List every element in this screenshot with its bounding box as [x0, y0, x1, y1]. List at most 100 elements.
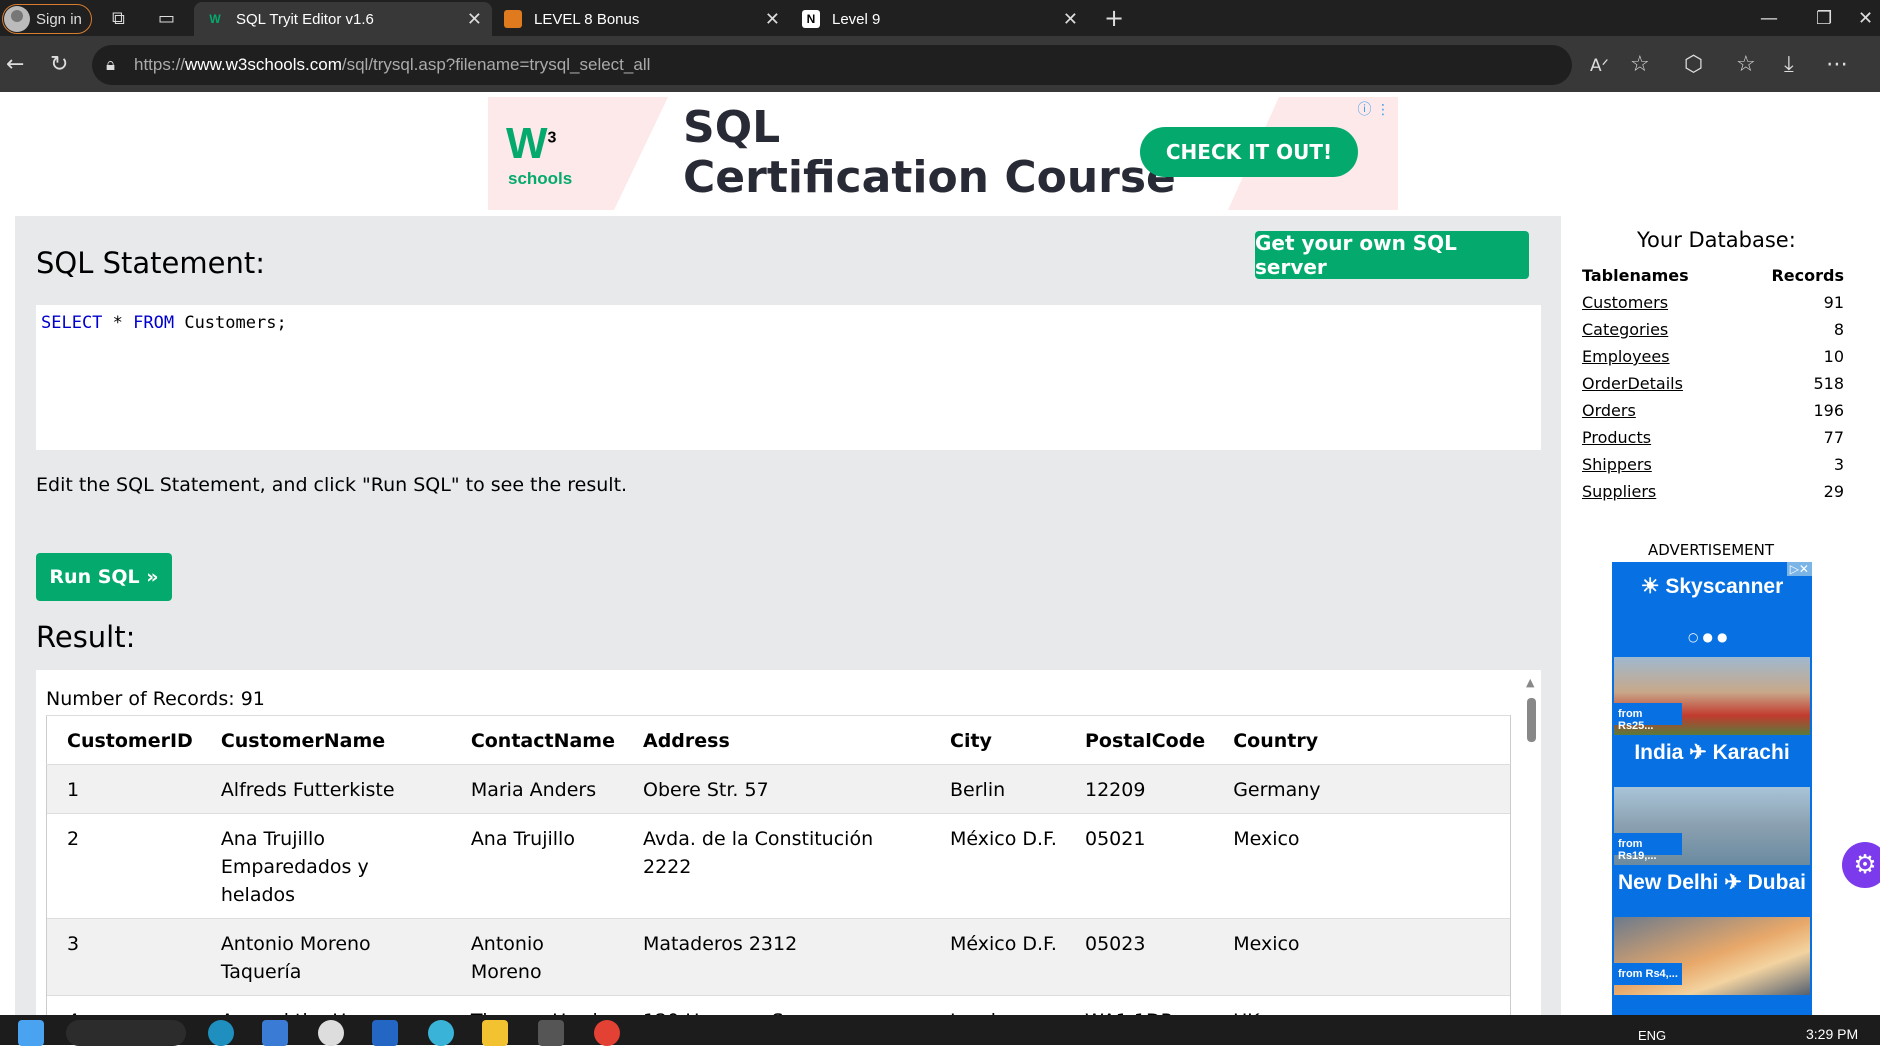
table-cell: Obere Str. 57 — [623, 764, 930, 814]
scroll-up-icon[interactable]: ▲ — [1526, 676, 1534, 689]
price-tag: from Rs19,... — [1614, 833, 1682, 862]
downloads-icon[interactable]: ⤓ — [1784, 52, 1794, 77]
collections-icon[interactable]: ⧉ — [112, 8, 125, 29]
price-tag: from Rs4,... — [1614, 963, 1682, 985]
db-table-link[interactable]: Categories — [1582, 320, 1668, 339]
taskbar-search-icon[interactable] — [66, 1020, 186, 1046]
back-icon[interactable]: ← — [6, 52, 24, 77]
run-sql-button[interactable]: Run SQL » — [36, 553, 172, 601]
close-window-icon[interactable]: ✕ — [1858, 8, 1873, 29]
tab-title: LEVEL 8 Bonus — [534, 10, 640, 28]
route-label: India ✈ Karachi — [1634, 741, 1790, 764]
column-header: City — [930, 715, 1065, 765]
table-cell: Ana Trujillo Emparedados y helados — [200, 813, 451, 919]
url-input[interactable]: 🔒︎ https://www.w3schools.com/sql/trysql.… — [92, 45, 1572, 85]
skyscanner-brand: Skyscanner — [1665, 575, 1784, 598]
db-row: Employees 10 — [1582, 347, 1844, 366]
table-cell: Germany — [1213, 764, 1512, 814]
db-row: Orders 196 — [1582, 401, 1844, 420]
table-cell: Ana Trujillo — [450, 813, 623, 919]
ad-title: SQL Certification Course — [683, 103, 1176, 203]
terminal-icon[interactable] — [538, 1020, 564, 1046]
edge-icon[interactable] — [208, 1020, 234, 1046]
db-row: Categories 8 — [1582, 320, 1844, 339]
store-icon[interactable] — [262, 1020, 288, 1046]
close-tab-icon[interactable]: ✕ — [467, 9, 482, 30]
favorite-star-icon[interactable]: ☆ — [1630, 52, 1650, 77]
start-icon[interactable] — [18, 1020, 44, 1046]
column-header: PostalCode — [1065, 715, 1214, 765]
sign-in-button[interactable]: Sign in — [2, 4, 92, 34]
table-cell: 2 — [45, 813, 201, 919]
favorites-icon[interactable]: ☆ — [1736, 52, 1756, 77]
skyscanner-ad[interactable]: ▷✕ ☀ Skyscanner ○●● from Rs25... India ✈… — [1612, 562, 1812, 1015]
app-icon[interactable] — [372, 1020, 398, 1046]
w3schools-logo: W3 schools — [506, 119, 586, 189]
db-table-link[interactable]: Suppliers — [1582, 482, 1656, 501]
sql-course-ad[interactable]: W3 schools SQL Certification Course CHECK … — [488, 97, 1398, 210]
table-cell: WA1 1DP — [1065, 995, 1214, 1015]
url-host: www.w3schools.com — [185, 55, 342, 74]
table-row: 3 Antonio Moreno Taquería Antonio Moreno… — [45, 918, 1512, 996]
close-tab-icon[interactable]: ✕ — [1063, 9, 1078, 30]
table-cell: 05021 — [1065, 813, 1214, 919]
db-table-link[interactable]: Customers — [1582, 293, 1668, 312]
price-tag: from Rs25... — [1614, 703, 1682, 732]
db-record-count: 196 — [1813, 401, 1844, 420]
table-cell: 05023 — [1065, 918, 1214, 996]
table-cell: UK — [1213, 995, 1512, 1015]
new-tab-icon[interactable]: + — [1104, 4, 1124, 32]
table-cell: México D.F. — [930, 813, 1065, 919]
notion-favicon-icon: N — [802, 10, 820, 28]
table-cell: 120 Hanover Sq. — [623, 995, 930, 1015]
file-explorer-icon[interactable] — [482, 1020, 508, 1046]
read-aloud-icon[interactable]: Aᐟ — [1590, 56, 1609, 76]
db-row: Suppliers 29 — [1582, 482, 1844, 501]
db-row: Shippers 3 — [1582, 455, 1844, 474]
db-table-link[interactable]: Orders — [1582, 401, 1636, 420]
table-row: 2 Ana Trujillo Emparedados y helados Ana… — [45, 813, 1512, 919]
minimize-icon[interactable]: — — [1760, 8, 1778, 29]
table-cell: 1 — [45, 764, 201, 814]
refresh-icon[interactable]: ↻ — [50, 52, 68, 77]
column-header: ContactName — [450, 715, 623, 765]
db-table-link[interactable]: Employees — [1582, 347, 1670, 366]
github-icon[interactable] — [318, 1020, 344, 1046]
more-menu-icon[interactable]: ⋯ — [1826, 52, 1848, 77]
db-table-link[interactable]: OrderDetails — [1582, 374, 1683, 393]
sql-editor[interactable]: SELECT * FROM Customers; — [36, 305, 1541, 450]
db-row: Products 77 — [1582, 428, 1844, 447]
settings-gear-icon[interactable]: ⚙ — [1842, 842, 1880, 888]
result-scrollbar[interactable]: ▲ — [1521, 670, 1541, 1015]
tab-level-9[interactable]: N Level 9 ✕ — [792, 2, 1088, 36]
table-cell: Thomas Hardy — [450, 995, 623, 1015]
taskbar-clock[interactable]: 3:29 PM — [1806, 1026, 1858, 1042]
records-header: Records — [1771, 266, 1844, 285]
react-icon[interactable] — [428, 1020, 454, 1046]
ad-info-icon[interactable]: ⓘ ⋮ — [1358, 99, 1390, 119]
code-text: Customers; — [174, 313, 287, 333]
extensions-icon[interactable]: ⬡ — [1684, 52, 1703, 77]
db-table-link[interactable]: Products — [1582, 428, 1651, 447]
tab-actions-icon[interactable]: ▭ — [158, 8, 175, 29]
logo-sup: 3 — [547, 129, 557, 147]
destination-image: from Rs19,... — [1614, 787, 1810, 865]
check-it-out-button[interactable]: CHECK IT OUT! — [1140, 127, 1358, 177]
tab-sql-tryit[interactable]: W SQL Tryit Editor v1.6 ✕ — [194, 2, 492, 36]
result-pane: Number of Records: 91 CustomerID Custome… — [36, 670, 1541, 1015]
column-header: CustomerID — [45, 715, 201, 765]
restore-icon[interactable]: ❐ — [1816, 8, 1832, 29]
db-record-count: 518 — [1813, 374, 1844, 393]
get-sql-server-button[interactable]: Get your own SQL server — [1255, 231, 1529, 279]
tab-level-8[interactable]: LEVEL 8 Bonus ✕ — [494, 2, 790, 36]
close-tab-icon[interactable]: ✕ — [765, 9, 780, 30]
lock-icon: 🔒︎ — [106, 55, 116, 74]
carousel-dots[interactable]: ○●● — [1688, 630, 1731, 644]
db-table-link[interactable]: Shippers — [1582, 455, 1652, 474]
table-cell: London — [930, 995, 1065, 1015]
scroll-thumb[interactable] — [1527, 698, 1536, 742]
table-cell: Berlin — [930, 764, 1065, 814]
language-indicator[interactable]: ENG — [1638, 1028, 1666, 1043]
db-record-count: 29 — [1823, 482, 1844, 501]
chrome-icon[interactable] — [594, 1020, 620, 1046]
